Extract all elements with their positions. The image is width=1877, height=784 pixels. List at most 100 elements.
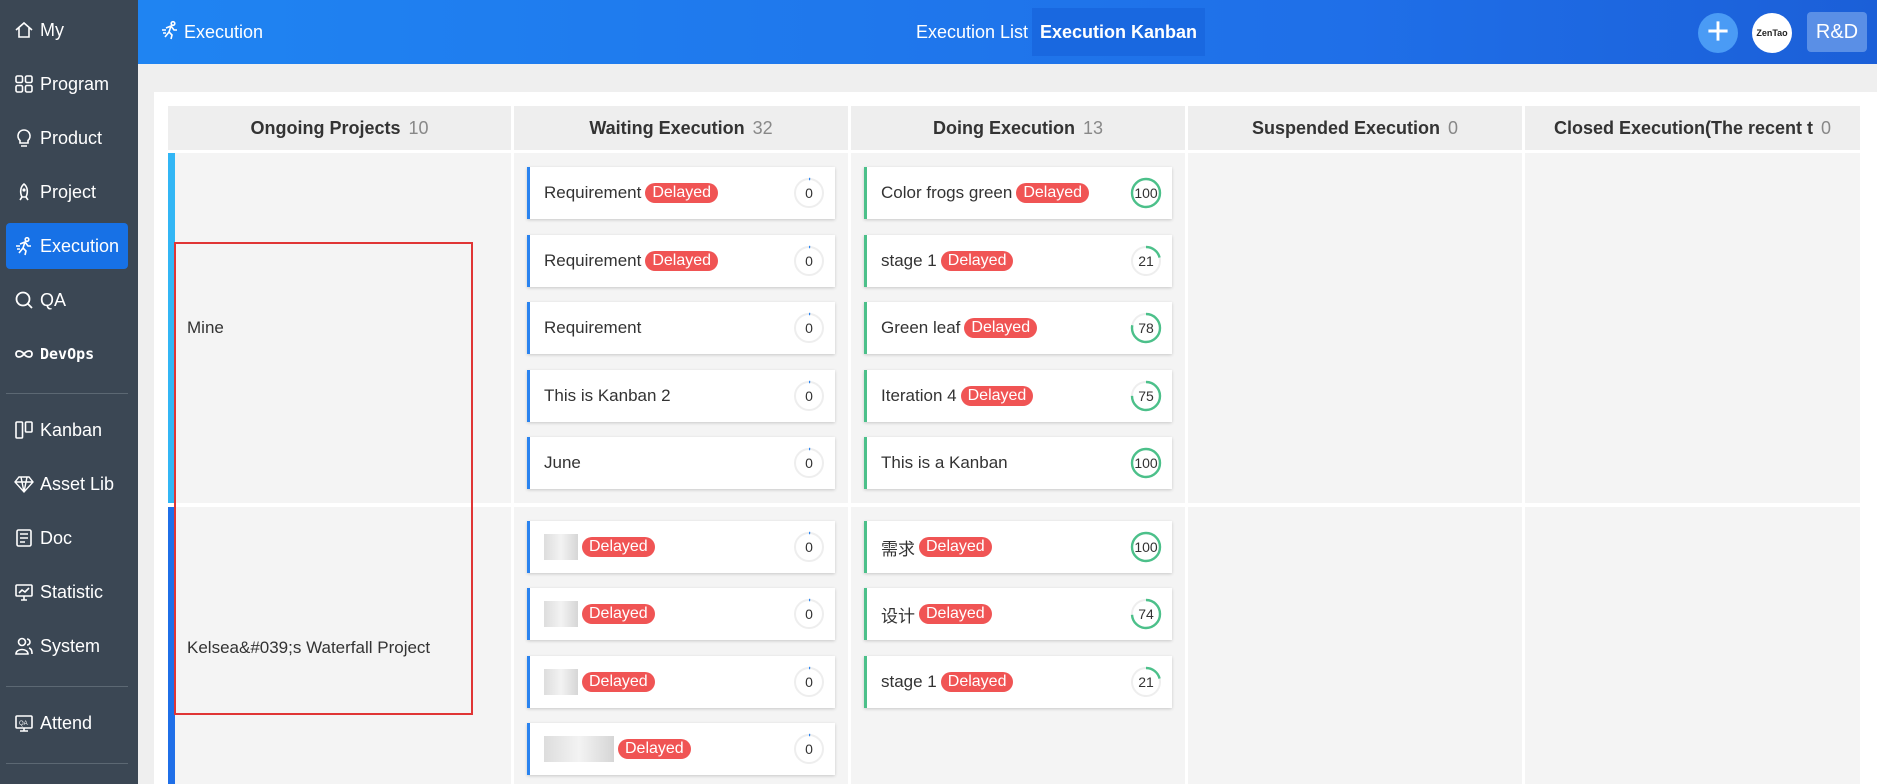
redacted-title [544,669,578,695]
delayed-badge: Delayed [1016,183,1090,203]
create-button[interactable] [1698,13,1738,53]
sidebar-item-product[interactable]: Product [6,115,128,161]
progress-ring: 0 [793,380,825,412]
delayed-badge: Delayed [940,672,1014,692]
sidebar-item-attend[interactable]: QA Attend [6,700,128,746]
column-count: 10 [408,117,429,138]
progress-value: 75 [1138,388,1154,404]
plus-icon [1706,19,1730,48]
card-title: This is a Kanban [881,453,1008,472]
execution-card[interactable]: Iteration 4 Delayed 75 [864,370,1172,422]
execution-card[interactable]: Delayed 0 [527,723,835,775]
progress-value: 0 [805,674,813,690]
progress-value: 0 [805,539,813,555]
progress-value: 21 [1138,674,1154,690]
sidebar-item-label: My [40,19,64,40]
progress-value: 0 [805,455,813,471]
column-title: Ongoing Projects [250,117,401,138]
execution-card[interactable]: Requirement Delayed 0 [527,167,835,219]
sidebar-item-label: Product [40,127,103,148]
card-title: Green leaf [881,318,961,337]
sidebar-item-qa[interactable]: QA [6,277,128,323]
avatar[interactable]: ZenTao [1752,13,1792,53]
sidebar-item-system[interactable]: System [6,623,128,669]
delayed-badge: Delayed [582,604,655,624]
users-icon [14,636,34,656]
sidebar-item-doc[interactable]: Doc [6,515,128,561]
progress-ring: 0 [793,245,825,277]
delayed-badge: Delayed [582,537,655,557]
delayed-badge: Delayed [919,537,992,557]
breadcrumb[interactable]: Execution [160,0,263,64]
column-header-suspended-execution: Suspended Execution 0 [1188,106,1522,150]
execution-card[interactable]: 需求 Delayed 100 [864,521,1172,573]
execution-card[interactable]: Delayed 0 [527,588,835,640]
sidebar-item-label: Doc [40,527,73,548]
execution-card[interactable]: Delayed 0 [527,521,835,573]
search-bug-icon [14,290,34,310]
rd-switch-button[interactable]: R&D [1807,12,1867,52]
redacted-title [544,601,578,627]
progress-ring: 0 [793,312,825,344]
card-title: Color frogs green [881,183,1013,202]
infinity-icon [14,344,34,364]
progress-ring: 21 [1130,666,1162,698]
progress-value: 0 [805,606,813,622]
sidebar-item-devops[interactable]: DevOps [6,331,128,377]
execution-card[interactable]: June 0 [527,437,835,489]
tab-execution-list[interactable]: Execution List [908,8,1036,56]
progress-value: 0 [805,320,813,336]
tab-execution-kanban[interactable]: Execution Kanban [1032,8,1206,56]
column-title: Waiting Execution [589,117,745,138]
column-count: 32 [752,117,773,138]
progress-value: 100 [1134,455,1158,471]
sidebar-item-project[interactable]: Project [6,169,128,215]
sidebar-item-program[interactable]: Program [6,61,128,107]
progress-ring: 75 [1130,380,1162,412]
monitor-chart-icon [14,582,34,602]
delayed-badge: Delayed [940,251,1014,271]
sidebar-item-execution[interactable]: Execution [6,223,128,269]
execution-card[interactable]: Color frogs green Delayed 100 [864,167,1172,219]
lane-cell [1188,153,1522,503]
sidebar-item-label: Attend [40,712,93,733]
execution-card[interactable]: Green leaf Delayed 78 [864,302,1172,354]
delayed-badge: Delayed [645,251,719,271]
execution-card[interactable]: stage 1 Delayed 21 [864,235,1172,287]
redacted-title [544,534,578,560]
runner-icon [160,20,184,45]
sidebar-divider [6,686,128,687]
card-title: Iteration 4 [881,386,957,405]
delayed-badge: Delayed [618,739,691,759]
sidebar-item-my[interactable]: My [6,7,128,53]
execution-card[interactable]: Requirement Delayed 0 [527,235,835,287]
progress-value: 74 [1138,606,1154,622]
sidebar-item-label: DevOps [40,345,95,363]
home-icon [14,20,34,40]
sidebar-item-label: System [40,635,101,656]
sidebar: My Program Product Project Execution QA … [0,0,138,784]
execution-card[interactable]: Requirement 0 [527,302,835,354]
progress-ring: 78 [1130,312,1162,344]
execution-card[interactable]: This is Kanban 2 0 [527,370,835,422]
column-title: Suspended Execution [1251,117,1441,138]
progress-ring: 0 [793,531,825,563]
execution-card[interactable]: 设计 Delayed 74 [864,588,1172,640]
execution-card[interactable]: This is a Kanban 100 [864,437,1172,489]
sidebar-item-label: Program [40,73,110,94]
sidebar-item-label: Asset Lib [40,473,115,494]
progress-ring: 100 [1130,177,1162,209]
sidebar-item-asset-lib[interactable]: Asset Lib [6,461,128,507]
column-count: 13 [1082,117,1104,138]
top-bar: Execution Execution List Execution Kanba… [138,0,1877,64]
card-title: 需求 [881,539,915,559]
sidebar-item-statistic[interactable]: Statistic [6,569,128,615]
execution-card[interactable]: stage 1 Delayed 21 [864,656,1172,708]
sidebar-item-label: QA [40,289,67,310]
column-header-doing-execution: Doing Execution 13 [851,106,1185,150]
column-count: 0 [1448,117,1459,138]
highlight-annotation-box [174,242,473,715]
execution-card[interactable]: Delayed 0 [527,656,835,708]
sidebar-item-kanban[interactable]: Kanban [6,407,128,453]
sidebar-item-label: Project [40,181,97,202]
